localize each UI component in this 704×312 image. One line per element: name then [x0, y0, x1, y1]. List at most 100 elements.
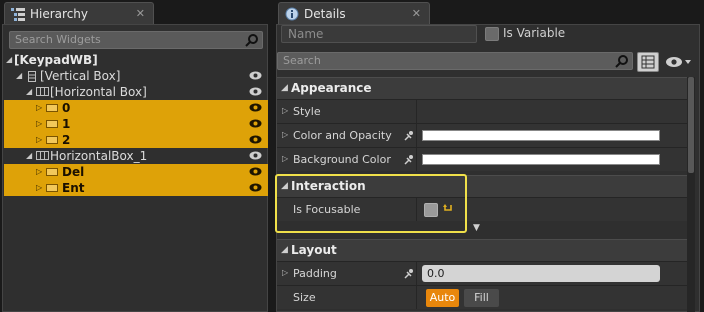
hierarchy-tab-label: Hierarchy — [30, 6, 89, 21]
tree-row-label: 2 — [62, 133, 71, 147]
tree-row-label: Del — [62, 165, 85, 179]
collapse-arrow-icon: ◢ — [281, 245, 288, 255]
widget-tree: ◢ [KeypadWB] ◢ [Vertical Box] ◢ [Horizontal B… — [4, 52, 268, 196]
column-divider[interactable] — [416, 124, 417, 147]
tree-row-label: HorizontalBox_1 — [50, 149, 148, 163]
bind-link-icon[interactable] — [403, 268, 415, 280]
property-matrix-button[interactable] — [637, 52, 659, 72]
tree-expand-arrow-icon[interactable]: ▷ — [36, 100, 42, 116]
tree-row[interactable]: ▷ Ent — [4, 180, 268, 196]
expand-arrow-icon[interactable]: ▷ — [282, 154, 288, 163]
details-scrollbar-thumb[interactable] — [688, 77, 694, 173]
visibility-eye-icon[interactable] — [249, 167, 262, 176]
column-divider[interactable] — [416, 262, 417, 285]
visibility-eye-icon[interactable] — [249, 183, 262, 192]
property-label: Background Color — [293, 153, 391, 166]
view-options-icon[interactable] — [665, 55, 693, 69]
tree-row-label: [Horizontal Box] — [50, 85, 147, 99]
visibility-eye-icon[interactable] — [249, 119, 262, 128]
tree-expand-arrow-icon[interactable]: ◢ — [16, 68, 22, 84]
search-widgets-placeholder: Search Widgets — [15, 33, 101, 46]
collapse-arrow-icon: ◢ — [281, 181, 288, 191]
tree-expand-arrow-icon[interactable]: ▷ — [36, 116, 42, 132]
name-input[interactable]: Name — [281, 25, 477, 43]
search-icon[interactable] — [245, 33, 259, 47]
property-row-background-color[interactable]: ▷ Background Color — [277, 147, 691, 171]
tree-row[interactable]: ◢ [Horizontal Box] — [4, 84, 268, 100]
button-icon — [46, 184, 58, 192]
tree-row-label: [Vertical Box] — [40, 69, 121, 83]
reset-to-default-icon[interactable] — [443, 203, 454, 214]
size-auto-button[interactable]: Auto — [426, 289, 459, 307]
tree-expand-arrow-icon[interactable]: ◢ — [26, 84, 32, 100]
is-focusable-checkbox[interactable] — [424, 203, 438, 217]
show-advanced-arrow-icon[interactable]: ▼ — [473, 223, 480, 233]
tree-expand-arrow-icon[interactable]: ▷ — [36, 164, 42, 180]
is-variable-checkbox[interactable] — [485, 27, 499, 41]
tree-row-label: [KeypadWB] — [14, 53, 98, 67]
horizontal-box-icon — [36, 87, 49, 96]
expand-arrow-icon[interactable]: ▷ — [282, 268, 288, 277]
property-row-style[interactable]: ▷ Style — [277, 99, 691, 123]
padding-input[interactable]: 0.0 — [422, 265, 660, 282]
details-tab[interactable]: Details ✕ — [278, 2, 430, 24]
horizontal-box-icon — [36, 151, 49, 160]
column-divider[interactable] — [416, 148, 417, 171]
tree-row[interactable]: ▷ 2 — [4, 132, 268, 148]
property-row-padding[interactable]: ▷ Padding 0.0 — [277, 261, 691, 285]
property-row-size[interactable]: Size Auto Fill — [277, 285, 691, 309]
tree-expand-arrow-icon[interactable]: ▷ — [36, 132, 42, 148]
search-icon[interactable] — [615, 54, 629, 68]
column-divider[interactable] — [416, 198, 417, 221]
details-body: Name Is Variable Search ◢ Appearance ▷ S… — [276, 24, 700, 312]
visibility-eye-icon[interactable] — [249, 135, 262, 144]
size-fill-button[interactable]: Fill — [464, 289, 499, 307]
visibility-eye-icon[interactable] — [249, 151, 262, 160]
search-widgets-input[interactable]: Search Widgets — [9, 31, 263, 49]
property-label: Padding — [293, 267, 337, 280]
visibility-eye-icon[interactable] — [249, 87, 262, 96]
bind-link-icon[interactable] — [403, 154, 415, 166]
grid-icon — [641, 55, 655, 69]
close-icon[interactable]: ✕ — [136, 7, 145, 20]
details-panel: Details ✕ Name Is Variable Search ◢ Appe… — [275, 0, 704, 312]
details-search-input[interactable]: Search — [277, 52, 633, 70]
column-divider[interactable] — [416, 100, 417, 123]
tree-row[interactable]: ◢ [Vertical Box] — [4, 68, 268, 84]
tree-expand-arrow-icon[interactable]: ◢ — [26, 148, 32, 164]
property-label: Is Focusable — [293, 203, 361, 216]
property-label: Color and Opacity — [293, 129, 392, 142]
name-placeholder: Name — [288, 27, 324, 41]
tree-row-label: 0 — [62, 101, 71, 115]
appearance-title: Appearance — [291, 81, 372, 95]
layout-section-header[interactable]: ◢ Layout — [277, 239, 691, 261]
tree-row[interactable]: ▷ 1 — [4, 116, 268, 132]
tree-row[interactable]: ◢ [KeypadWB] — [4, 52, 268, 68]
bind-link-icon[interactable] — [403, 130, 415, 142]
tree-expand-arrow-icon[interactable]: ▷ — [36, 180, 42, 196]
visibility-eye-icon[interactable] — [249, 71, 262, 80]
color-and-opacity-swatch[interactable] — [422, 130, 660, 141]
close-icon[interactable]: ✕ — [412, 7, 421, 20]
property-row-is-focusable[interactable]: Is Focusable — [277, 197, 691, 221]
details-search-placeholder: Search — [283, 54, 321, 67]
tree-row[interactable]: ◢ HorizontalBox_1 — [4, 148, 268, 164]
background-color-swatch[interactable] — [422, 154, 660, 165]
collapse-arrow-icon: ◢ — [281, 83, 288, 93]
button-icon — [46, 120, 58, 128]
column-divider[interactable] — [416, 286, 417, 309]
property-label: Size — [293, 291, 316, 304]
interaction-title: Interaction — [291, 179, 366, 193]
details-tab-label: Details — [304, 6, 346, 21]
interaction-section-header[interactable]: ◢ Interaction — [277, 175, 691, 197]
appearance-section-header[interactable]: ◢ Appearance — [277, 77, 691, 99]
expand-arrow-icon[interactable]: ▷ — [282, 130, 288, 139]
expand-arrow-icon[interactable]: ▷ — [282, 106, 288, 115]
property-row-color-and-opacity[interactable]: ▷ Color and Opacity — [277, 123, 691, 147]
tree-row[interactable]: ▷ Del — [4, 164, 268, 180]
visibility-eye-icon[interactable] — [249, 103, 262, 112]
button-icon — [46, 168, 58, 176]
hierarchy-tab[interactable]: Hierarchy ✕ — [4, 2, 154, 24]
tree-expand-arrow-icon[interactable]: ◢ — [6, 52, 12, 68]
tree-row[interactable]: ▷ 0 — [4, 100, 268, 116]
